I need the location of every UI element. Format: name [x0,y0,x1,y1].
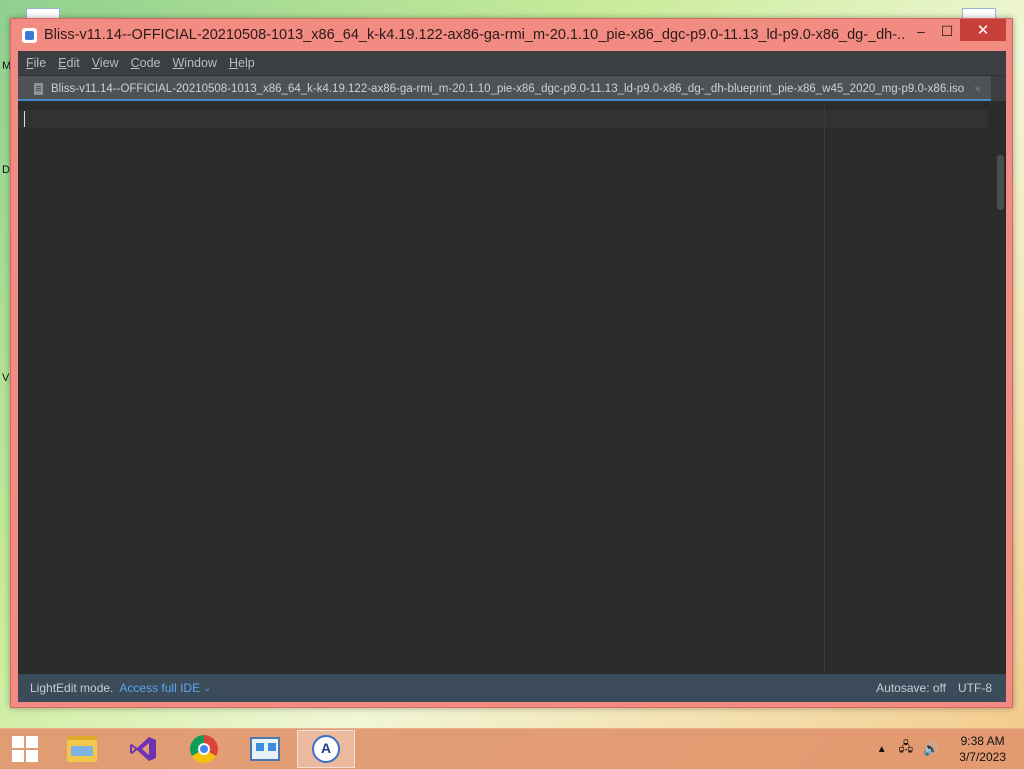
editor-tab-bar: Bliss-v11.14--OFFICIAL-20210508-1013_x86… [18,75,1006,102]
menu-help-rest: elp [238,56,255,70]
scrollbar-thumb[interactable] [997,155,1004,210]
menu-accel: E [58,56,67,70]
text-editor[interactable] [18,102,988,674]
volume-icon[interactable]: 🔊 [923,741,939,757]
title-bar[interactable]: Bliss-v11.14--OFFICIAL-20210508-1013_x86… [11,19,1012,51]
window-client-area: File Edit View Code Window Help Bliss-v1… [18,51,1006,702]
menu-window-rest: indow [184,56,217,70]
menu-file-rest: ile [33,56,47,70]
autosave-status[interactable]: Autosave: off [876,681,946,695]
system-tray: ▲ 🖧 🔊 9:38 AM 3/7/2023 [877,729,1024,769]
maximize-button[interactable]: ☐ [934,19,960,43]
desktop-label-d: D [2,164,10,176]
network-icon[interactable]: 🖧 [899,738,914,760]
access-full-ide-link[interactable]: Access full IDE [119,681,200,695]
menu-view-rest: iew [99,56,119,70]
windows-logo-icon [12,736,38,762]
menu-view[interactable]: View [86,51,125,75]
menu-help[interactable]: Help [223,51,261,75]
text-caret [24,111,25,127]
show-hidden-icons-icon[interactable]: ▲ [877,744,887,755]
menu-accel: C [130,56,140,70]
status-right-group: Autosave: off UTF-8 [876,681,1006,695]
clock-time: 9:38 AM [960,734,1005,748]
taskbar-clock[interactable]: 9:38 AM 3/7/2023 [959,733,1006,765]
taskbar-visual-studio[interactable] [114,730,172,768]
menu-file[interactable]: File [20,51,52,75]
taskbar: ▲ 🖧 🔊 9:38 AM 3/7/2023 [0,728,1024,769]
menu-window[interactable]: Window [166,51,222,75]
window-title: Bliss-v11.14--OFFICIAL-20210508-1013_x86… [44,27,904,43]
right-margin-guide [824,102,825,674]
taskbar-file-explorer[interactable] [53,730,111,768]
desktop-label-v: V [2,372,10,384]
current-line-highlight [18,110,988,128]
editor-tab[interactable]: Bliss-v11.14--OFFICIAL-20210508-1013_x86… [18,76,992,101]
menu-accel: F [26,56,34,70]
menu-bar: File Edit View Code Window Help [18,51,1006,75]
close-button[interactable]: ✕ [960,19,1006,41]
lightedit-mode-label: LightEdit mode. [30,681,114,695]
menu-edit-rest: dit [66,56,80,70]
menu-code-rest: ode [139,56,161,70]
control-panel-icon [250,737,280,761]
chrome-icon [190,735,218,763]
clock-date: 3/7/2023 [959,750,1006,764]
editor-tab-label: Bliss-v11.14--OFFICIAL-20210508-1013_x86… [51,82,965,95]
tab-close-icon[interactable]: × [974,82,981,96]
vertical-scrollbar[interactable] [988,102,1006,674]
menu-accel: H [228,56,238,70]
intellij-lightedit-icon[interactable] [22,27,37,43]
file-icon [34,82,43,95]
lightedit-window: Bliss-v11.14--OFFICIAL-20210508-1013_x86… [10,18,1013,708]
status-bar: LightEdit mode. Access full IDE ⌄ Autosa… [18,674,1006,702]
taskbar-chrome[interactable] [175,730,233,768]
android-studio-icon [312,735,340,763]
menu-accel: W [172,56,185,70]
menu-edit[interactable]: Edit [52,51,86,75]
menu-code[interactable]: Code [125,51,167,75]
menu-accel: V [91,56,100,70]
chevron-down-icon[interactable]: ⌄ [203,683,211,694]
taskbar-android-studio[interactable] [297,730,355,768]
file-explorer-icon [67,736,97,762]
start-button[interactable] [0,729,50,769]
taskbar-control-panel[interactable] [236,730,294,768]
file-encoding[interactable]: UTF-8 [958,681,992,695]
minimize-button[interactable]: – [908,19,934,43]
visual-studio-icon [130,737,156,761]
